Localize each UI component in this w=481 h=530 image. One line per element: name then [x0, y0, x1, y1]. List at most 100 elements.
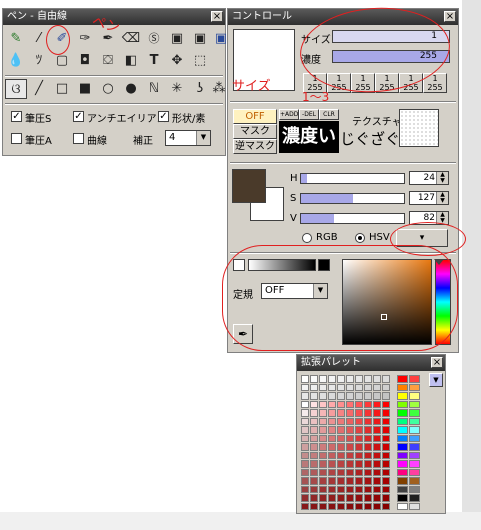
- select-rect-icon[interactable]: ▣: [166, 29, 188, 49]
- palette-swatch[interactable]: [337, 409, 345, 417]
- palette-swatch[interactable]: [382, 485, 390, 493]
- palette-swatch[interactable]: [328, 434, 336, 442]
- palette-swatch[interactable]: [397, 460, 408, 468]
- palette-swatch[interactable]: [397, 383, 408, 391]
- correction-select[interactable]: 4 ▼: [165, 130, 211, 146]
- palette-swatch[interactable]: [310, 443, 318, 451]
- palette-swatch[interactable]: [397, 443, 408, 451]
- palette-swatch[interactable]: [301, 409, 309, 417]
- palette-swatch[interactable]: [301, 417, 309, 425]
- palette-swatch[interactable]: [373, 383, 381, 391]
- palette-menu-button[interactable]: ▼: [429, 373, 443, 387]
- palette-swatch[interactable]: [409, 400, 420, 408]
- palette-swatch[interactable]: [364, 502, 372, 510]
- palette-swatch[interactable]: [310, 392, 318, 400]
- palette-swatch[interactable]: [409, 494, 420, 502]
- palette-swatch[interactable]: [346, 443, 354, 451]
- palette-swatch[interactable]: [382, 443, 390, 451]
- palette-swatch[interactable]: [397, 451, 408, 459]
- palette-swatch[interactable]: [301, 426, 309, 434]
- palette-swatch[interactable]: [364, 477, 372, 485]
- palette-swatch[interactable]: [346, 383, 354, 391]
- palette-swatch[interactable]: [301, 392, 309, 400]
- reverse-mask-button[interactable]: 逆マスク: [233, 139, 277, 154]
- palette-swatch[interactable]: [373, 443, 381, 451]
- palette-swatch[interactable]: [328, 392, 336, 400]
- texture-preview[interactable]: [399, 109, 439, 147]
- palette-swatch[interactable]: [328, 383, 336, 391]
- freehand-icon[interactable]: ଓ: [5, 79, 27, 99]
- h-slider[interactable]: [300, 173, 405, 184]
- fill-icon[interactable]: ⛋: [97, 51, 119, 71]
- palette-swatch[interactable]: [382, 451, 390, 459]
- palette-swatch[interactable]: [328, 400, 336, 408]
- palette-swatch[interactable]: [397, 375, 408, 383]
- palette-swatch[interactable]: [310, 451, 318, 459]
- palette-swatch[interactable]: [382, 409, 390, 417]
- pen-icon[interactable]: ✎: [5, 29, 27, 49]
- palette-swatch[interactable]: [337, 426, 345, 434]
- mask-button[interactable]: マスク: [233, 124, 277, 139]
- palette-swatch[interactable]: [319, 485, 327, 493]
- palette-swatch[interactable]: [355, 460, 363, 468]
- palette-swatch[interactable]: [319, 468, 327, 476]
- palette-swatch[interactable]: [319, 400, 327, 408]
- palette-swatch[interactable]: [373, 460, 381, 468]
- palette-swatch[interactable]: [397, 485, 408, 493]
- palette-swatch[interactable]: [364, 426, 372, 434]
- palette-swatch[interactable]: [301, 477, 309, 485]
- palette-swatch[interactable]: [310, 468, 318, 476]
- move-icon[interactable]: ✥: [166, 51, 188, 71]
- palette-swatch[interactable]: [310, 494, 318, 502]
- palette-swatch[interactable]: [328, 375, 336, 383]
- palette-swatch[interactable]: [346, 400, 354, 408]
- palette-swatch[interactable]: [397, 400, 408, 408]
- palette-swatch[interactable]: [328, 443, 336, 451]
- palette-swatch[interactable]: [310, 477, 318, 485]
- palette-swatch[interactable]: [337, 400, 345, 408]
- palette-swatch[interactable]: [355, 383, 363, 391]
- palette-swatch[interactable]: [337, 392, 345, 400]
- palette-swatch[interactable]: [301, 443, 309, 451]
- palette-swatch[interactable]: [301, 383, 309, 391]
- s-value-box[interactable]: 127 ▲ ▼: [409, 191, 449, 205]
- palette-swatch[interactable]: [364, 383, 372, 391]
- palette-swatch[interactable]: [328, 460, 336, 468]
- pressure-alpha-checkbox[interactable]: [11, 133, 22, 144]
- palette-swatch[interactable]: [301, 434, 309, 442]
- close-button[interactable]: ×: [444, 11, 456, 22]
- palette-swatch[interactable]: [364, 409, 372, 417]
- palette-swatch[interactable]: [364, 460, 372, 468]
- palette-swatch[interactable]: [346, 409, 354, 417]
- palette-swatch[interactable]: [397, 502, 408, 510]
- curve-checkbox[interactable]: [73, 133, 84, 144]
- blend-icon[interactable]: Ⓢ: [143, 29, 165, 49]
- pressure-size-checkbox[interactable]: ✓: [11, 111, 22, 122]
- palette-swatch[interactable]: [382, 383, 390, 391]
- palette-swatch[interactable]: [355, 426, 363, 434]
- palette-swatch[interactable]: [346, 502, 354, 510]
- palette-swatch[interactable]: [355, 409, 363, 417]
- spin-icon[interactable]: ▲ ▼: [436, 172, 448, 184]
- palette-swatch[interactable]: [409, 383, 420, 391]
- circle-fill-icon[interactable]: ◘: [74, 51, 96, 71]
- palette-swatch[interactable]: [346, 485, 354, 493]
- mask-del-button[interactable]: -DEL: [299, 109, 319, 120]
- palette-swatch[interactable]: [337, 434, 345, 442]
- palette-swatch[interactable]: [319, 392, 327, 400]
- palette-swatch[interactable]: [397, 426, 408, 434]
- palette-swatch[interactable]: [310, 434, 318, 442]
- palette-swatch[interactable]: [382, 417, 390, 425]
- palette-swatch[interactable]: [328, 468, 336, 476]
- mask-add-button[interactable]: +ADD: [279, 109, 299, 120]
- palette-swatch[interactable]: [373, 409, 381, 417]
- palette-swatch[interactable]: [319, 502, 327, 510]
- star-icon[interactable]: ✳: [166, 79, 188, 99]
- palette-swatch[interactable]: [301, 375, 309, 383]
- polyline-icon[interactable]: ℕ: [143, 79, 165, 99]
- palette-swatch[interactable]: [328, 477, 336, 485]
- palette-swatch[interactable]: [328, 451, 336, 459]
- palette-swatch[interactable]: [409, 468, 420, 476]
- palette-swatch[interactable]: [310, 502, 318, 510]
- blur-icon[interactable]: ﾂ: [28, 51, 50, 71]
